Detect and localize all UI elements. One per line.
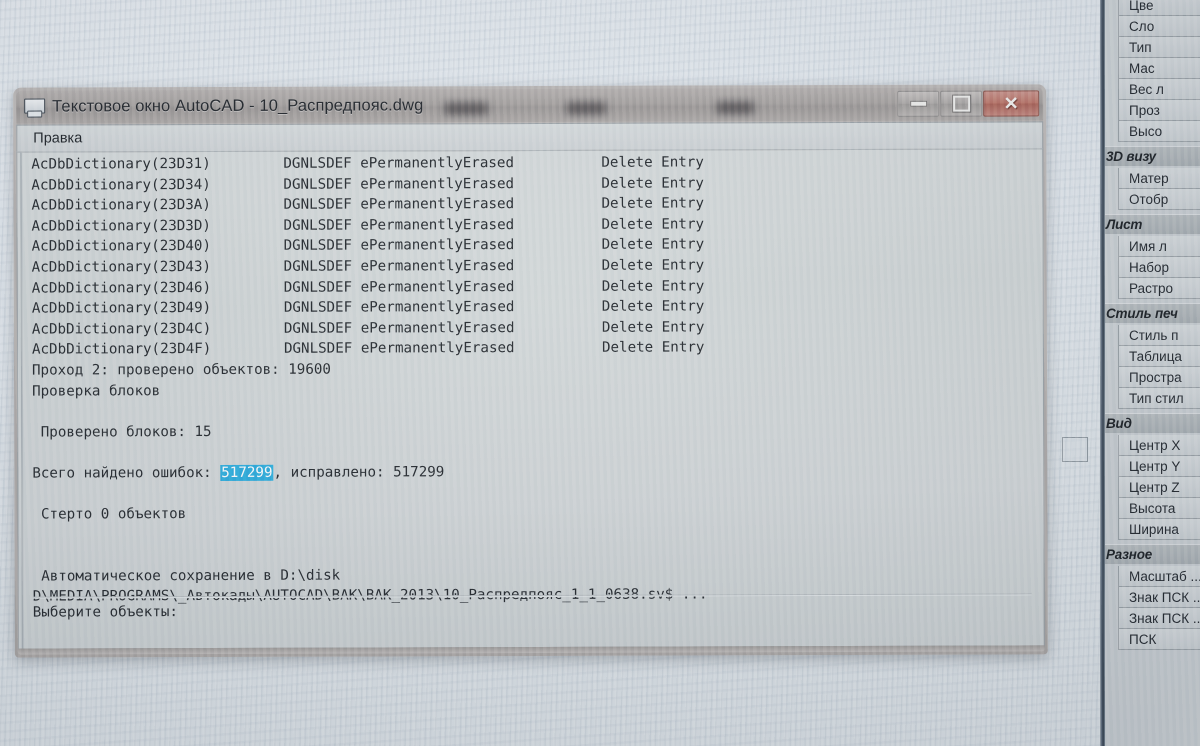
command-prompt[interactable]: Выберите объекты: <box>33 604 178 620</box>
palette-group-header[interactable]: Разное <box>1102 544 1200 564</box>
properties-palette[interactable]: Цве Сло Тип Мас Вес л Проз Высо 3D визу Матер Ото… <box>1100 0 1200 746</box>
palette-property-row[interactable]: Масштаб ... <box>1118 566 1200 587</box>
maximize-button[interactable] <box>940 90 983 117</box>
dictionary-action: Delete Entry <box>601 175 704 192</box>
dictionary-action: Delete Entry <box>601 216 705 233</box>
palette-property-row[interactable]: Тип <box>1118 37 1200 58</box>
dictionary-object: AcDbDictionary(23D43) <box>31 258 212 276</box>
errors-fixed: , исправлено: 517299 <box>273 464 445 481</box>
palette-property-row[interactable]: Сло <box>1118 16 1200 37</box>
dictionary-object: AcDbDictionary(23D4C) <box>31 320 212 338</box>
dictionary-object: AcDbDictionary(23D34) <box>31 176 211 194</box>
dictionary-status: DGNLSDEF ePermanentlyErased <box>283 278 515 296</box>
dictionary-status: DGNLSDEF ePermanentlyErased <box>283 258 515 275</box>
redaction-smudge <box>566 101 607 115</box>
dictionary-status: DGNLSDEF ePermanentlyErased <box>283 299 515 316</box>
window-titlebar[interactable]: Текстовое окно AutoCAD - 10_Распредпояс.… <box>16 87 1044 124</box>
palette-property-row[interactable]: ПСК <box>1118 629 1200 650</box>
floating-square-widget[interactable] <box>1062 437 1088 462</box>
window-controls[interactable]: ✕ <box>897 90 1040 117</box>
dictionary-action: Delete Entry <box>601 298 705 315</box>
palette-property-row[interactable]: Цве <box>1118 0 1200 16</box>
dictionary-status: DGNLSDEF ePermanentlyErased <box>283 319 515 337</box>
dictionary-status: DGNLSDEF ePermanentlyErased <box>283 237 515 255</box>
palette-property-row[interactable]: Матер <box>1118 168 1200 189</box>
palette-property-row[interactable]: Вес л <box>1118 79 1200 100</box>
palette-property-row[interactable]: Центр Y <box>1118 456 1200 477</box>
dictionary-object: AcDbDictionary(23D31) <box>31 156 211 173</box>
dictionary-action: Delete Entry <box>601 257 705 274</box>
dictionary-status: DGNLSDEF ePermanentlyErased <box>283 216 515 234</box>
dictionary-object: AcDbDictionary(23D3A) <box>31 197 211 214</box>
palette-property-row[interactable]: Ширина <box>1118 519 1200 540</box>
dictionary-action: Delete Entry <box>601 236 705 254</box>
palette-property-row[interactable]: Тип стил <box>1118 388 1200 409</box>
dictionary-object: AcDbDictionary(23D49) <box>31 300 212 317</box>
menu-bar[interactable]: Правка <box>16 121 1044 152</box>
close-button[interactable]: ✕ <box>983 90 1040 117</box>
dictionary-action: Delete Entry <box>601 339 705 357</box>
dictionary-object: AcDbDictionary(23D46) <box>31 279 212 297</box>
palette-property-row[interactable]: Простра <box>1118 367 1200 388</box>
palette-property-row[interactable]: Таблица <box>1118 346 1200 367</box>
palette-group-header[interactable]: Вид <box>1102 413 1200 433</box>
errors-label: Всего найдено ошибок: <box>32 464 221 482</box>
maximize-icon <box>952 95 970 112</box>
palette-property-row[interactable]: Центр X <box>1118 435 1200 456</box>
autocad-text-window[interactable]: Текстовое окно AutoCAD - 10_Распредпояс.… <box>13 84 1048 658</box>
palette-group-header[interactable]: Стиль печ <box>1102 303 1200 323</box>
dictionary-status: DGNLSDEF ePermanentlyErased <box>283 175 515 193</box>
dictionary-action: Delete Entry <box>601 195 705 212</box>
palette-property-row[interactable]: Мас <box>1118 58 1200 79</box>
close-icon: ✕ <box>1003 93 1019 114</box>
palette-divider <box>1100 0 1105 746</box>
dictionary-status: DGNLSDEF ePermanentlyErased <box>283 155 514 172</box>
console-output[interactable]: AcDbDictionary(23D31) DGNLSDEF ePermanent… <box>16 148 1045 650</box>
dictionary-action: Delete Entry <box>601 319 705 336</box>
palette-property-row[interactable]: Высота <box>1118 498 1200 519</box>
palette-body: Цве Сло Тип Мас Вес л Проз Высо 3D визу Матер Ото… <box>1102 0 1200 650</box>
palette-group-header[interactable]: Лист <box>1102 214 1200 234</box>
minimize-button[interactable] <box>897 90 940 117</box>
window-title: Текстовое окно AutoCAD - 10_Распредпояс.… <box>52 96 424 116</box>
palette-property-row[interactable]: Имя л <box>1118 236 1200 257</box>
palette-property-row[interactable]: Проз <box>1118 100 1200 121</box>
palette-property-row[interactable]: Знак ПСК ... <box>1118 587 1200 608</box>
minimize-icon <box>909 100 927 107</box>
palette-property-row[interactable]: Растро <box>1118 278 1200 299</box>
desktop-screenshot: Цве Сло Тип Мас Вес л Проз Высо 3D визу Матер Ото… <box>0 0 1200 746</box>
palette-property-row[interactable]: Стиль п <box>1118 325 1200 346</box>
palette-property-row[interactable]: Центр Z <box>1118 477 1200 498</box>
dictionary-object: AcDbDictionary(23D4F) <box>31 341 212 358</box>
text-window-icon <box>24 98 46 118</box>
menu-item-edit[interactable]: Правка <box>27 129 88 147</box>
dictionary-action: Delete Entry <box>601 154 704 171</box>
redaction-smudge <box>444 102 489 116</box>
dictionary-action: Delete Entry <box>601 278 705 295</box>
palette-property-row[interactable]: Знак ПСК ... <box>1118 608 1200 629</box>
palette-property-row[interactable]: Отобр <box>1118 189 1200 210</box>
console-history: AcDbDictionary(23D31) DGNLSDEF ePermanent… <box>31 151 1043 607</box>
dictionary-status: DGNLSDEF ePermanentlyErased <box>283 196 515 213</box>
palette-group-header[interactable]: 3D визу <box>1102 146 1200 166</box>
dictionary-status: DGNLSDEF ePermanentlyErased <box>283 340 515 358</box>
redaction-smudge <box>716 101 755 115</box>
selected-error-count[interactable]: 517299 <box>220 464 274 481</box>
dictionary-object: AcDbDictionary(23D40) <box>31 238 212 255</box>
palette-property-row[interactable]: Высо <box>1118 121 1200 142</box>
palette-property-row[interactable]: Набор <box>1118 257 1200 278</box>
dictionary-object: AcDbDictionary(23D3D) <box>31 217 211 235</box>
